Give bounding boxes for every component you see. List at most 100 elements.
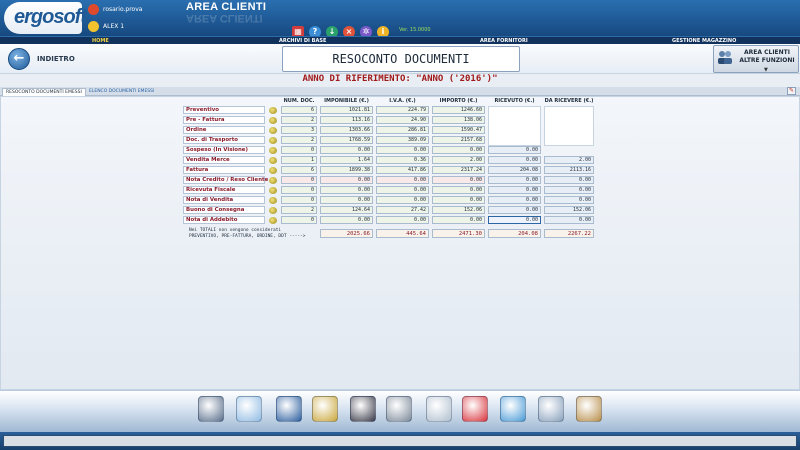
table-cell[interactable]: 389.09 (376, 136, 429, 144)
table-cell[interactable]: 0.00 (432, 186, 485, 194)
table-cell[interactable]: 0.00 (376, 216, 429, 224)
table-cell[interactable]: 2317.24 (432, 166, 485, 174)
open-folder-icon[interactable] (269, 127, 277, 134)
table-cell[interactable]: 1 (281, 156, 317, 164)
altre-funzioni-button[interactable]: AREA CLIENTI ALTRE FUNZIONI ▼ (713, 45, 799, 73)
table-cell[interactable]: 2 (281, 206, 317, 214)
table-cell[interactable]: 0.00 (544, 176, 594, 184)
tab-elenco[interactable]: ELENCO DOCUMENTI EMESSI (86, 88, 157, 96)
tools-icon[interactable] (576, 396, 602, 422)
user-row[interactable]: rosario.prova (88, 4, 142, 15)
tag-icon[interactable] (500, 396, 526, 422)
table-cell[interactable]: 0.00 (544, 186, 594, 194)
table-cell[interactable]: 0.00 (376, 196, 429, 204)
table-cell[interactable]: 0.00 (320, 216, 373, 224)
open-folder-icon[interactable] (269, 197, 277, 204)
table-cell[interactable]: 1899.38 (320, 166, 373, 174)
row-label: Ricevuta Fiscale (183, 186, 265, 194)
table-cell[interactable]: 0 (281, 176, 317, 184)
table-cell[interactable]: 152.06 (544, 206, 594, 214)
binder-icon[interactable] (276, 396, 302, 422)
open-folder-icon[interactable] (269, 207, 277, 214)
open-folder-icon[interactable] (269, 117, 277, 124)
table-cell[interactable]: 2113.16 (544, 166, 594, 174)
table-cell[interactable]: 204.08 (488, 166, 541, 174)
table-cell[interactable]: 0 (281, 216, 317, 224)
table-cell[interactable]: 6 (281, 166, 317, 174)
magnifier-icon[interactable] (538, 396, 564, 422)
table-cell[interactable]: 0.00 (320, 146, 373, 154)
table-cell[interactable]: 286.81 (376, 126, 429, 134)
table-cell[interactable]: 0 (281, 146, 317, 154)
table-cell[interactable]: 0.00 (320, 186, 373, 194)
row-label: Nota di Vendita (183, 196, 265, 204)
table-cell[interactable]: 1.64 (320, 156, 373, 164)
table-cell[interactable]: 0 (281, 196, 317, 204)
table-cell[interactable]: 0.00 (432, 196, 485, 204)
back-button[interactable]: ← (8, 48, 30, 70)
table-cell[interactable]: 0.36 (376, 156, 429, 164)
table-cell[interactable]: 0.00 (320, 196, 373, 204)
export-icon[interactable]: ✎ (787, 87, 796, 95)
open-folder-icon[interactable] (269, 177, 277, 184)
open-folder-icon[interactable] (269, 137, 277, 144)
table-cell[interactable]: 0.00 (488, 196, 541, 204)
table-cell[interactable]: 3 (281, 126, 317, 134)
table-cell[interactable]: 0.00 (488, 176, 541, 184)
open-folder-icon[interactable] (269, 157, 277, 164)
table-cell[interactable]: 224.79 (376, 106, 429, 114)
table-cell[interactable]: 0.00 (488, 146, 541, 154)
table-cell[interactable]: 2157.68 (432, 136, 485, 144)
table-cell[interactable]: 0.00 (376, 186, 429, 194)
back-label[interactable]: INDIETRO (37, 55, 75, 63)
table-cell[interactable]: 152.06 (432, 206, 485, 214)
table-cell[interactable]: 0.00 (376, 176, 429, 184)
tab-resoconto[interactable]: RESOCONTO DOCUMENTI EMESSI (2, 88, 86, 96)
open-folder-icon[interactable] (269, 187, 277, 194)
table-cell[interactable]: 2.00 (544, 156, 594, 164)
table-cell[interactable]: 417.86 (376, 166, 429, 174)
table-cell[interactable]: 124.64 (320, 206, 373, 214)
card-icon[interactable] (236, 396, 262, 422)
table-cell[interactable]: 2.00 (432, 156, 485, 164)
tab-strip: RESOCONTO DOCUMENTI EMESSI ELENCO DOCUME… (0, 87, 800, 96)
table-cell[interactable]: 1021.81 (320, 106, 373, 114)
table-cell[interactable]: 0.00 (544, 196, 594, 204)
reference-year: ANNO DI RIFERIMENTO: "ANNO ('2016')" (302, 74, 498, 84)
table-cell[interactable]: 1303.66 (320, 126, 373, 134)
version-label: Ver. 15.0000 (399, 27, 431, 33)
table-cell[interactable]: 113.16 (320, 116, 373, 124)
table-cell[interactable]: 0.00 (488, 206, 541, 214)
table-cell[interactable]: 138.06 (432, 116, 485, 124)
security-guard-icon[interactable] (350, 396, 376, 422)
table-cell[interactable]: 0.00 (488, 156, 541, 164)
table-cell[interactable]: 1768.59 (320, 136, 373, 144)
table-cell[interactable]: 2 (281, 136, 317, 144)
table-cell[interactable]: 6 (281, 106, 317, 114)
open-folder-icon[interactable] (269, 147, 277, 154)
table-cell[interactable]: 24.90 (376, 116, 429, 124)
table-cell[interactable]: 1246.60 (432, 106, 485, 114)
table-cell[interactable]: 0.00 (432, 176, 485, 184)
client-row[interactable]: ALEX 1 (88, 21, 124, 32)
documents-icon[interactable] (312, 396, 338, 422)
users-icon (718, 51, 732, 64)
open-folder-icon[interactable] (269, 167, 277, 174)
table-cell[interactable]: 0.00 (432, 146, 485, 154)
table-cell[interactable]: 0 (281, 186, 317, 194)
open-folder-icon[interactable] (269, 217, 277, 224)
printer-icon[interactable] (426, 396, 452, 422)
database-icon[interactable] (386, 396, 412, 422)
table-cell[interactable]: 1590.47 (432, 126, 485, 134)
table-cell[interactable]: 2 (281, 116, 317, 124)
table-cell[interactable]: 0.00 (320, 176, 373, 184)
customer-icon[interactable] (198, 396, 224, 422)
table-cell[interactable]: 0.00 (488, 186, 541, 194)
open-folder-icon[interactable] (269, 107, 277, 114)
table-cell[interactable]: 0.00 (432, 216, 485, 224)
table-cell[interactable]: 0.00 (488, 216, 541, 224)
calendar-clock-icon[interactable] (462, 396, 488, 422)
table-cell[interactable]: 0.00 (544, 216, 594, 224)
table-cell[interactable]: 27.42 (376, 206, 429, 214)
table-cell[interactable]: 0.00 (376, 146, 429, 154)
